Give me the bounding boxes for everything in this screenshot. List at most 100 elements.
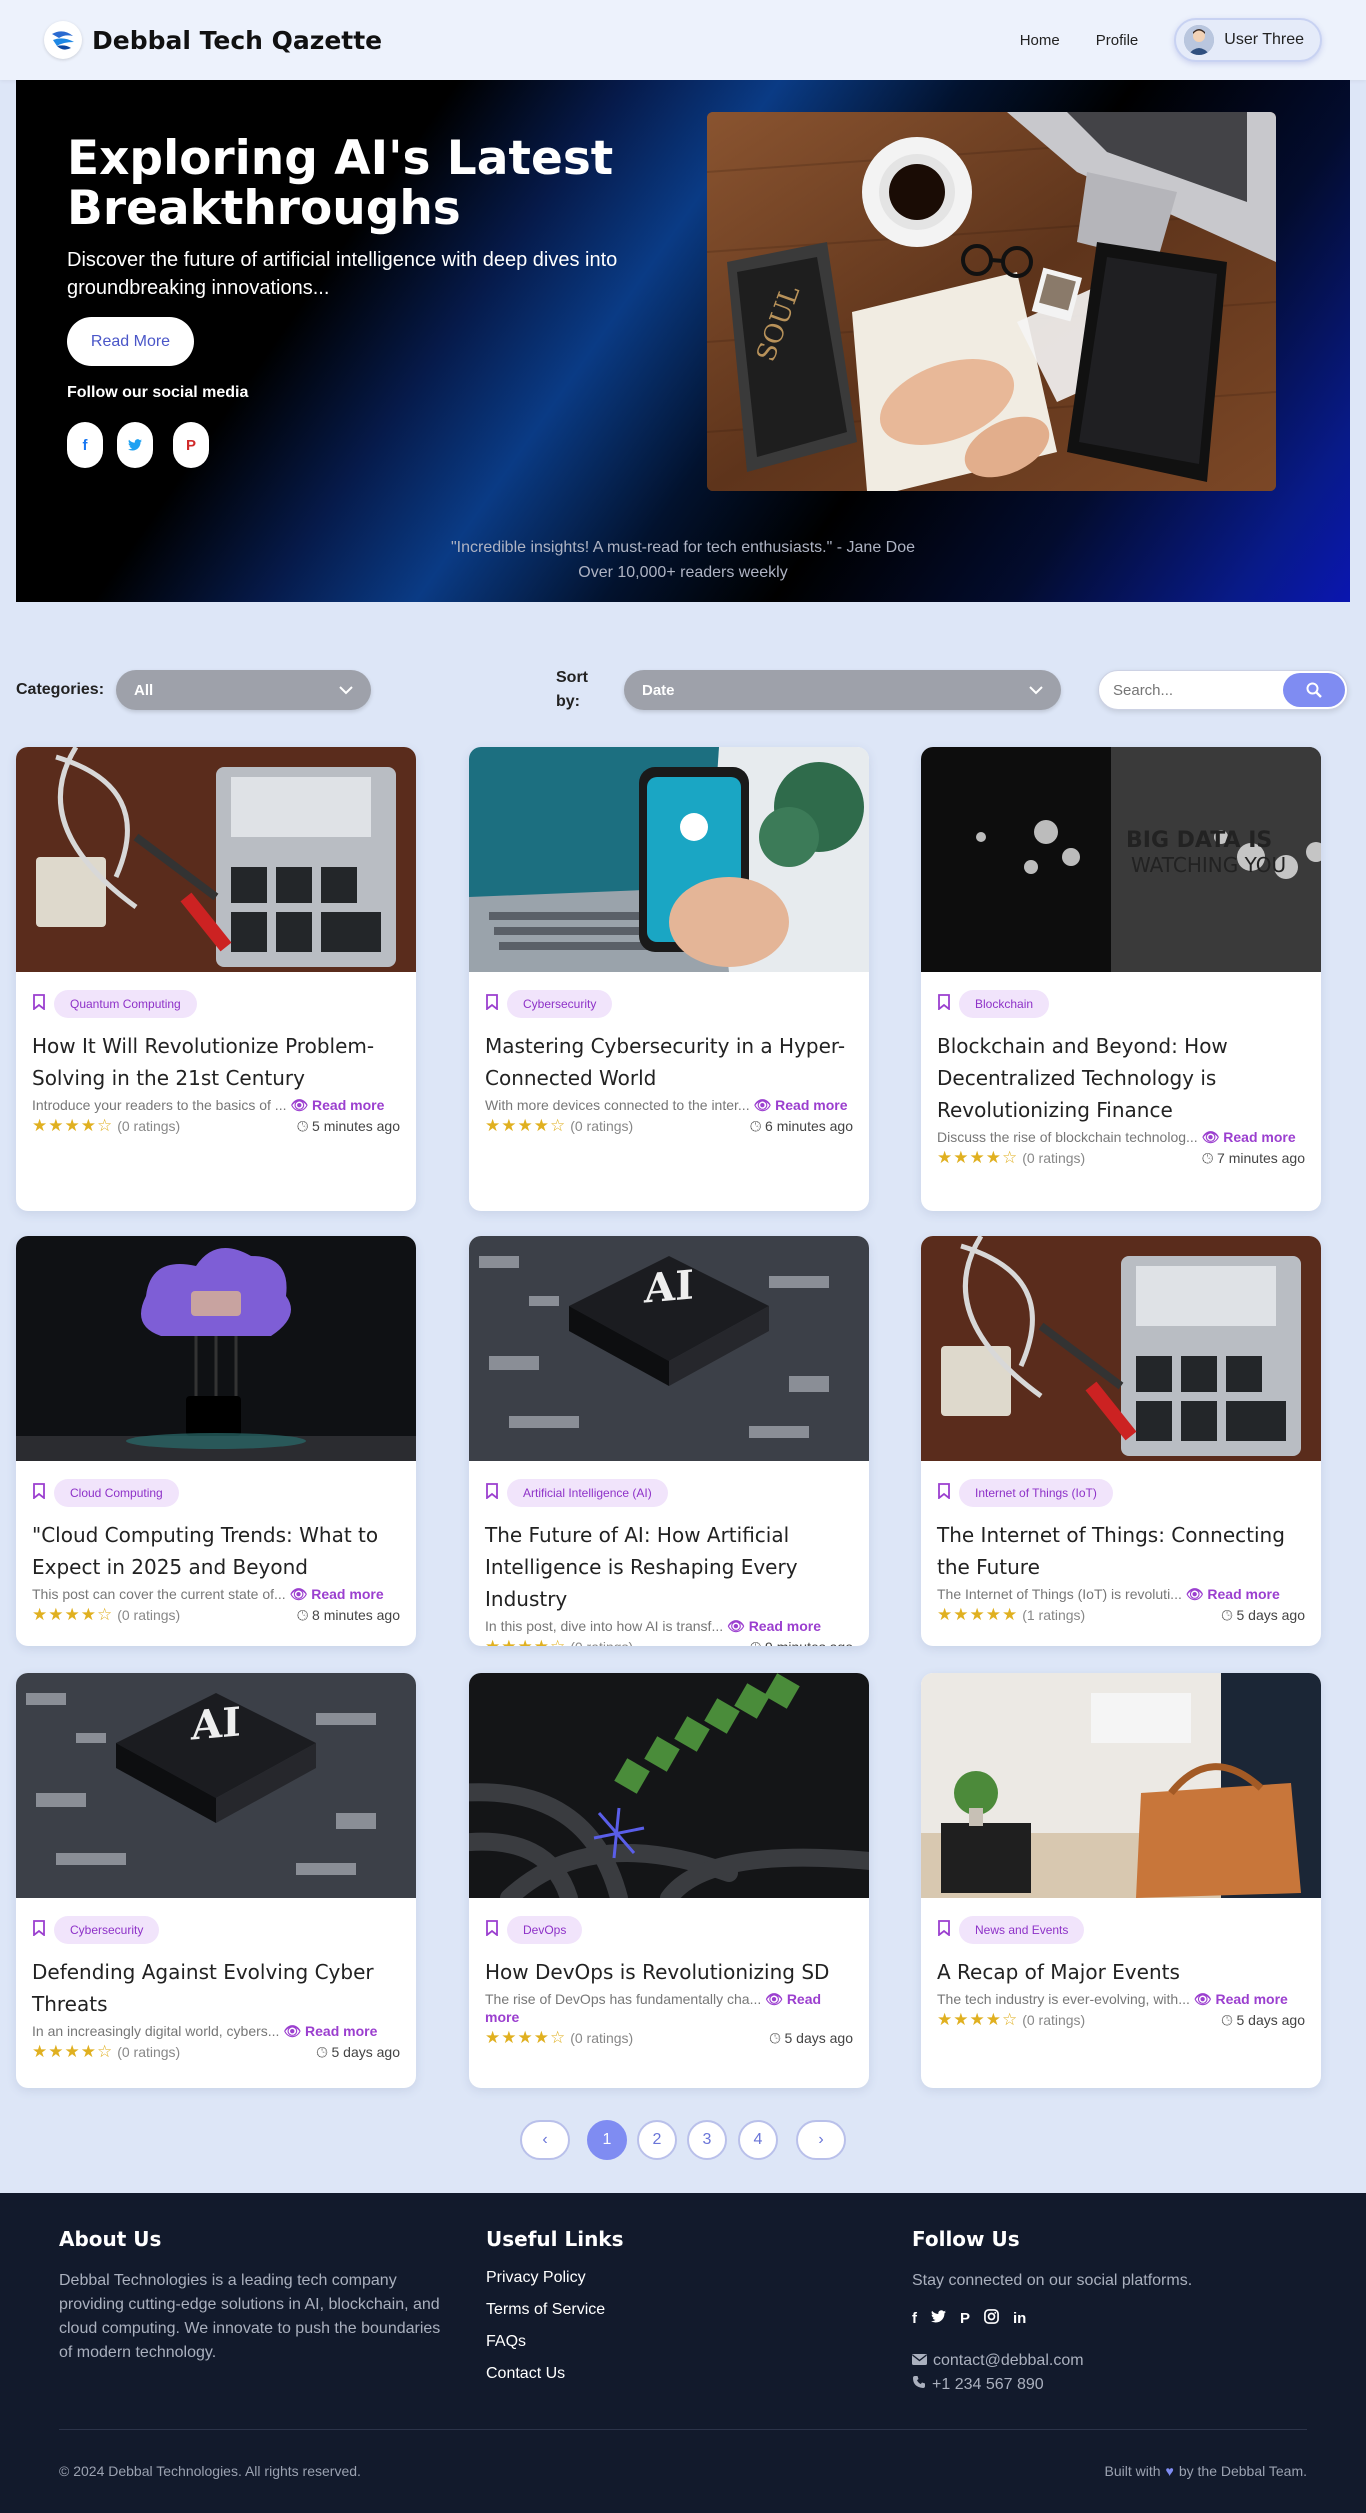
hero-read-more-button[interactable]: Read More <box>67 317 194 366</box>
facebook-icon[interactable]: f <box>67 422 103 468</box>
blog-card[interactable]: Cloud Computing "Cloud Computing Trends: … <box>16 1236 416 1646</box>
footer-email[interactable]: contact@debbal.com <box>933 2349 1084 2373</box>
search-button[interactable] <box>1283 673 1345 707</box>
read-more-link[interactable]: 👁︎ Read more <box>283 2023 377 2039</box>
read-time-text: 8 minutes ago <box>312 1606 400 1623</box>
linkedin-icon[interactable]: in <box>1013 2310 1026 2327</box>
card-image[interactable] <box>469 747 869 972</box>
card-image[interactable]: AI <box>469 1236 869 1461</box>
category-tag[interactable]: Blockchain <box>959 990 1050 1018</box>
clock-icon: 🕒︎ <box>750 1639 761 1647</box>
star-rating[interactable]: ★★★★☆ <box>937 1148 1018 1168</box>
footer-link-privacy[interactable]: Privacy Policy <box>486 2269 586 2287</box>
category-tag[interactable]: News and Events <box>959 1916 1085 1944</box>
category-tag[interactable]: Internet of Things (IoT) <box>959 1479 1113 1507</box>
star-rating[interactable]: ★★★★☆ <box>32 1116 113 1136</box>
read-more-link[interactable]: 👁︎ Read more <box>727 1618 821 1634</box>
instagram-icon[interactable] <box>984 2309 999 2328</box>
bookmark-icon[interactable] <box>32 1919 46 1941</box>
nav-profile-link[interactable]: Profile <box>1096 32 1139 49</box>
card-title[interactable]: Defending Against Evolving Cyber Threats <box>32 1956 400 2020</box>
star-rating[interactable]: ★★★★☆ <box>32 2042 113 2062</box>
blog-card[interactable]: DevOps How DevOps is Revolutionizing SD Th… <box>469 1673 869 2088</box>
bookmark-icon[interactable] <box>937 993 951 1015</box>
card-title[interactable]: "Cloud Computing Trends: What to Expect … <box>32 1519 400 1583</box>
twitter-icon[interactable] <box>117 422 153 468</box>
category-tag[interactable]: Quantum Computing <box>54 990 197 1018</box>
read-more-link[interactable]: 👁︎ Read more <box>290 1586 384 1602</box>
categories-label: Categories: <box>16 681 105 698</box>
read-more-link[interactable]: 👁︎ Read more <box>753 1097 847 1113</box>
category-select[interactable]: All <box>116 670 371 710</box>
pinterest-icon[interactable]: P <box>960 2310 970 2327</box>
read-more-link[interactable]: 👁︎ Read more <box>1186 1586 1280 1602</box>
card-title[interactable]: A Recap of Major Events <box>937 1956 1305 1988</box>
brand-name[interactable]: Debbal Tech Qazette <box>92 26 382 55</box>
star-rating[interactable]: ★★★★☆ <box>485 1637 566 1646</box>
read-time-text: 5 minutes ago <box>312 1117 400 1134</box>
blog-card[interactable]: Quantum Computing How It Will Revolutioni… <box>16 747 416 1211</box>
bookmark-icon[interactable] <box>485 1919 499 1941</box>
card-title[interactable]: Mastering Cybersecurity in a Hyper-Conne… <box>485 1030 853 1094</box>
bookmark-icon[interactable] <box>937 1482 951 1504</box>
blog-card[interactable]: Cybersecurity Mastering Cybersecurity in … <box>469 747 869 1211</box>
card-title[interactable]: The Future of AI: How Artificial Intelli… <box>485 1519 853 1615</box>
blog-card[interactable]: AI Artificial Intelligence (AI) The Future… <box>469 1236 869 1646</box>
eye-icon: 👁︎ <box>1185 1586 1204 1602</box>
logo-icon[interactable] <box>44 21 82 59</box>
read-more-link[interactable]: 👁︎ Read more <box>1194 1991 1288 2007</box>
pagination-prev-button[interactable]: ‹ <box>520 2120 570 2160</box>
bookmark-icon[interactable] <box>32 993 46 1015</box>
category-tag[interactable]: Artificial Intelligence (AI) <box>507 1479 668 1507</box>
pagination-page-1[interactable]: 1 <box>587 2120 627 2160</box>
nav-home-link[interactable]: Home <box>1020 32 1060 49</box>
card-title[interactable]: The Internet of Things: Connecting the F… <box>937 1519 1305 1583</box>
card-image[interactable] <box>921 1236 1321 1461</box>
pagination-page-3[interactable]: 3 <box>687 2120 727 2160</box>
card-title[interactable]: How DevOps is Revolutionizing SD <box>485 1956 853 1988</box>
pinterest-icon[interactable]: P <box>173 422 209 468</box>
card-image[interactable]: BIG DATA IS WATCHING YOU <box>921 747 1321 972</box>
category-tag[interactable]: Cybersecurity <box>54 1916 160 1944</box>
pagination-next-button[interactable]: › <box>796 2120 846 2160</box>
pagination-page-2[interactable]: 2 <box>637 2120 677 2160</box>
star-rating[interactable]: ★★★★★ <box>937 1605 1018 1625</box>
card-image[interactable] <box>921 1673 1321 1898</box>
category-tag[interactable]: Cloud Computing <box>54 1479 179 1507</box>
hero-title: Exploring AI's Latest Breakthroughs <box>67 131 614 236</box>
blog-card[interactable]: BIG DATA IS WATCHING YOU Blockchain Blockch… <box>921 747 1321 1211</box>
user-menu-button[interactable]: User Three <box>1174 18 1322 62</box>
card-title[interactable]: Blockchain and Beyond: How Decentralized… <box>937 1030 1305 1126</box>
blog-card[interactable]: Internet of Things (IoT) The Internet of … <box>921 1236 1321 1646</box>
search-input[interactable] <box>1113 681 1273 699</box>
card-title[interactable]: How It Will Revolutionize Problem-Solvin… <box>32 1030 400 1094</box>
star-rating[interactable]: ★★★★☆ <box>32 1605 113 1625</box>
pagination-page-4[interactable]: 4 <box>738 2120 778 2160</box>
footer-link-faqs[interactable]: FAQs <box>486 2333 526 2351</box>
clock-icon: 🕒︎ <box>769 2029 781 2046</box>
star-rating[interactable]: ★★★★☆ <box>485 1116 566 1136</box>
star-rating[interactable]: ★★★★☆ <box>485 2028 566 2048</box>
card-image[interactable] <box>16 747 416 972</box>
bookmark-icon[interactable] <box>32 1482 46 1504</box>
read-more-link[interactable]: 👁︎ Read more <box>290 1097 384 1113</box>
twitter-icon[interactable] <box>931 2310 946 2327</box>
footer-link-contact[interactable]: Contact Us <box>486 2365 565 2383</box>
hero-subtitle: Discover the future of artificial intell… <box>67 249 618 299</box>
card-image[interactable] <box>16 1236 416 1461</box>
card-image[interactable] <box>469 1673 869 1907</box>
sort-select[interactable]: Date <box>624 670 1061 710</box>
blog-card[interactable]: News and Events A Recap of Major Events Th… <box>921 1673 1321 2088</box>
facebook-icon[interactable]: f <box>912 2310 917 2327</box>
read-more-link[interactable]: 👁︎ Read more <box>1202 1129 1296 1145</box>
category-tag[interactable]: DevOps <box>507 1916 583 1944</box>
category-tag[interactable]: Cybersecurity <box>507 990 613 1018</box>
bookmark-icon[interactable] <box>937 1919 951 1941</box>
star-rating[interactable]: ★★★★☆ <box>937 2010 1018 2030</box>
footer-link-terms[interactable]: Terms of Service <box>486 2301 605 2319</box>
footer-phone[interactable]: +1 234 567 890 <box>932 2373 1044 2397</box>
blog-card[interactable]: AI Cybersecurity Defending Against Evolvin… <box>16 1673 416 2088</box>
card-image[interactable]: AI <box>16 1673 416 1898</box>
bookmark-icon[interactable] <box>485 993 499 1015</box>
bookmark-icon[interactable] <box>485 1482 499 1504</box>
